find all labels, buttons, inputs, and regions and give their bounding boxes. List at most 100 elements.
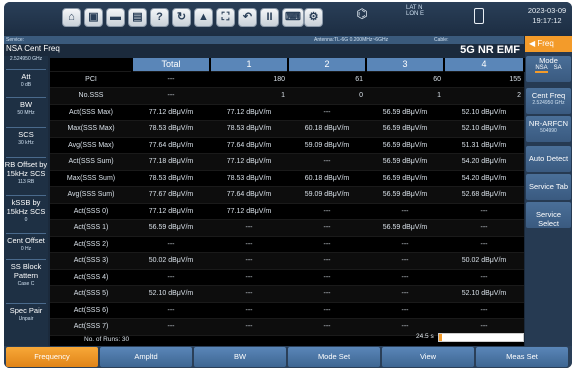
table-cell: 56.59 dBμV/m [366,153,444,171]
param-label: kSSB by 15kHz SCS [6,198,46,216]
save-icon[interactable]: ▤ [128,8,147,27]
fullscreen-icon[interactable]: ⛶ [216,8,235,27]
param-divider [6,303,46,304]
mode-switch[interactable]: Mode NSA SA [526,56,571,82]
row-label: PCI [50,71,132,88]
table-cell: 77.12 dBμV/m [210,153,288,171]
param-2[interactable]: BW 50 MHz [4,100,48,116]
param-divider [6,127,46,128]
table-row: Act(SSS 4) --- --- --- --- --- [50,269,524,286]
table-cell: --- [210,219,288,237]
toolbar: ⌂ ▣ ▬ ▤? ↻ ▲ ⛶ ↶ II ⌨ ⚙ [4,2,572,36]
table-cell: 56.59 dBμV/m [366,219,444,237]
mode-option-sa[interactable]: SA [554,65,562,71]
measurement-table: Total 1 2 3 4 PCI --- 180 61 60 155 No.SSS --- 1 0 1 2 A… [50,58,525,346]
lock-icon[interactable]: ▲ [194,8,213,27]
table-cell: 52.10 dBμV/m [444,285,524,303]
param-4[interactable]: RB Offset by 15kHz SCS 113 RB [4,160,48,185]
row-label: No.SSS [50,87,132,105]
table-cell: 60 [366,71,444,88]
menu-ampltd[interactable]: Ampltd [100,347,192,367]
table-cell: 56.59 dBμV/m [132,219,210,237]
column-header-4: 3 [366,58,445,72]
table-cell: 155 [444,71,524,88]
freq-header-label: Freq [537,39,554,48]
table-cell: --- [210,285,288,303]
row-label: Max(SSS Max) [50,120,132,138]
row-label: Avg(SSS Sum) [50,186,132,204]
softkey-auto-detect[interactable]: Auto Detect [526,146,571,172]
softkey-value: 2.524950 GHz [532,100,565,106]
antenna-label: Antenna:TL-6G 0.200MHz~6GHz [314,37,389,43]
softkey-service-select[interactable]: Service Select [526,202,571,228]
row-label: Act(SSS 2) [50,236,132,253]
param-0[interactable]: 2.524950 GHz [4,56,48,62]
freq-menu-header[interactable]: ◀ Freq [525,36,572,52]
param-7[interactable]: SS Block Pattern Case C [4,262,48,287]
param-label: BW [19,100,33,109]
monitor-icon[interactable]: ▣ [84,8,103,27]
menu-meas-set[interactable]: Meas Set [476,347,568,367]
softkey-value: 504990 [540,128,557,134]
table-cell: 2 [444,87,524,105]
settings-icon[interactable]: ⚙ [304,8,323,27]
table-cell: 54.20 dBμV/m [444,153,524,171]
table-cell: --- [132,318,210,336]
table-cell: --- [288,318,366,336]
softkey-cent-freq[interactable]: Cent Freq 2.524950 GHz [526,88,571,114]
softkey-label: Cent Freq [531,91,566,100]
table-cell: --- [132,71,210,88]
table-cell: 78.53 dBμV/m [132,120,210,138]
menu-mode-set[interactable]: Mode Set [288,347,380,367]
title-bar: NSA Cent Freq 5G NR EMF [4,44,524,56]
softkey-service-tab[interactable]: Service Tab [526,174,571,200]
param-6[interactable]: Cent Offset 0 Hz [4,236,48,252]
param-value: 0 [24,217,28,223]
table-cell: 59.09 dBμV/m [288,137,366,154]
table-header-row: Total 1 2 3 4 [50,58,525,72]
refresh-icon[interactable]: ↻ [172,8,191,27]
menu-bw[interactable]: BW [194,347,286,367]
table-cell: --- [366,252,444,270]
table-cell: 77.18 dBμV/m [132,153,210,171]
row-label: Act(SSS Max) [50,104,132,121]
softkey-label: Service Select [535,210,561,228]
table-cell: 77.64 dBμV/m [210,186,288,204]
softkey-panel: ◀ Freq Mode NSA SA Cent Freq 2.524950 GHz NR-… [525,36,572,346]
undo-icon[interactable]: ↶ [238,8,257,27]
home-icon[interactable]: ⌂ [62,8,81,27]
table-cell: --- [210,269,288,286]
param-1[interactable]: Att 0 dB [4,72,48,88]
table-cell: 60.18 dBμV/m [288,170,366,187]
menu-view[interactable]: View [382,347,474,367]
page-label: NSA Cent Freq [6,44,60,53]
table-cell: --- [132,236,210,253]
param-8[interactable]: Spec Pair Unpair [4,306,48,322]
param-divider [6,69,46,70]
param-value: Unpair [18,316,34,322]
table-cell: --- [288,252,366,270]
table-cell: --- [210,318,288,336]
param-label: 2.524950 GHz [9,56,43,62]
datetime: 2023-03-09 19:17:12 [524,6,570,26]
table-cell: --- [444,219,524,237]
param-3[interactable]: SCS 30 kHz [4,130,48,146]
table-row: PCI --- 180 61 60 155 [50,71,524,88]
cable-label: Cable: [434,37,449,43]
column-header-0 [50,58,133,72]
table-row: No.SSS --- 1 0 1 2 [50,87,524,105]
parameter-panel: 2.524950 GHz Att 0 dB BW 50 MHz SCS 30 kHz RB O… [4,56,48,346]
menu-frequency[interactable]: Frequency [6,347,98,367]
help-icon[interactable]: ? [150,8,169,27]
table-cell: 78.53 dBμV/m [210,120,288,138]
screen-icon[interactable]: ▬ [106,8,125,27]
softkey-nr-arfcn[interactable]: NR-ARFCN 504990 [526,116,571,142]
pause-icon[interactable]: II [260,8,279,27]
row-label: Avg(SSS Max) [50,137,132,154]
table-cell: 52.10 dBμV/m [132,285,210,303]
mode-option-nsa[interactable]: NSA [535,65,548,73]
table-cell: --- [288,153,366,171]
table-row: Act(SSS Max) 77.12 dBμV/m 77.12 dBμV/m --- 5… [50,104,524,121]
keyboard-icon[interactable]: ⌨ [282,8,304,27]
param-5[interactable]: kSSB by 15kHz SCS 0 [4,198,48,223]
